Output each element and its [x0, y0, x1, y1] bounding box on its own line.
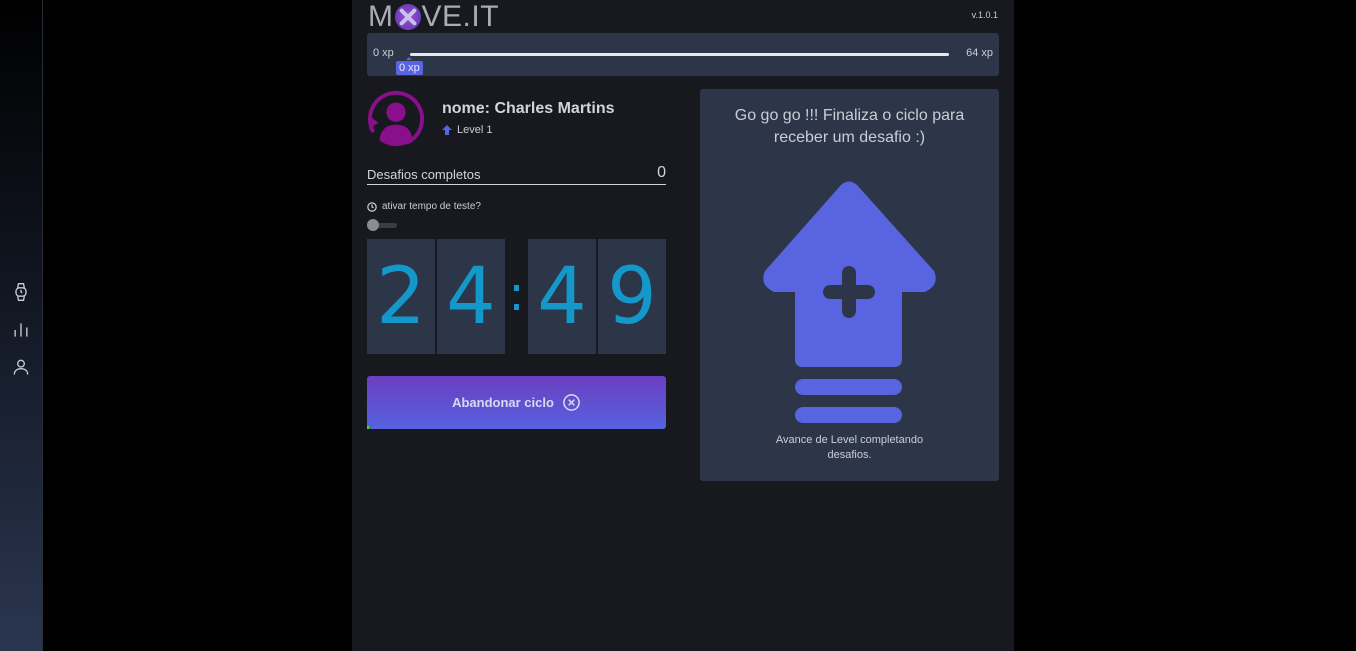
toggle-knob [367, 219, 379, 231]
experience-bar: 0 xp 0 xp 64 xp [367, 33, 999, 76]
profile: nome: Charles Martins Level 1 [367, 89, 667, 149]
level-up-icon [763, 181, 936, 423]
completed-challenges: Desafios completos 0 [367, 164, 666, 185]
completed-challenges-label: Desafios completos [367, 167, 481, 182]
profile-level: Level 1 [442, 124, 492, 136]
logo-text-left: M [368, 0, 394, 33]
test-time-option: ativar tempo de teste? [367, 201, 481, 212]
close-circle-icon [563, 394, 580, 411]
xp-min-label: 0 xp [373, 47, 394, 59]
timer-digit: 2 [367, 239, 435, 354]
logo: M VE.IT [368, 0, 499, 34]
test-time-label: ativar tempo de teste? [382, 201, 481, 212]
profile-level-label: Level 1 [457, 124, 493, 136]
timer-seconds: 4 9 [528, 239, 666, 354]
timer-digit: 9 [596, 239, 666, 354]
main-panel: M VE.IT v.1.0.1 0 xp 0 xp 64 xp nome: Cha… [352, 0, 1014, 651]
challenge-title: Go go go !!! Finaliza o ciclo para receb… [734, 107, 965, 146]
avatar [367, 90, 425, 148]
abandon-cycle-button[interactable]: Abandonar ciclo [367, 376, 666, 429]
xp-track [410, 53, 949, 56]
timer-separator: : [508, 265, 525, 322]
timer-digit: 4 [528, 239, 596, 354]
cycle-progress-bar [367, 426, 369, 429]
sidebar [0, 0, 43, 651]
clock-icon [367, 201, 377, 212]
challenge-description: Avance de Level completando desafios. [775, 434, 924, 461]
bar-chart-icon[interactable] [10, 319, 32, 341]
challenge-box: Go go go !!! Finaliza o ciclo para receb… [700, 89, 999, 481]
countdown-timer: 2 4 : 4 9 [367, 239, 666, 354]
timer-digit: 4 [435, 239, 505, 354]
xp-current-badge: 0 xp [396, 57, 423, 75]
abandon-cycle-label: Abandonar ciclo [452, 395, 554, 410]
test-time-toggle[interactable] [367, 219, 397, 231]
user-icon[interactable] [10, 356, 32, 378]
logo-mark-icon [394, 4, 421, 30]
level-up-icon [442, 125, 452, 135]
xp-max-label: 64 xp [966, 47, 993, 59]
completed-challenges-value: 0 [657, 164, 666, 181]
logo-text-right: VE.IT [421, 0, 500, 33]
profile-name: nome: Charles Martins [442, 100, 615, 117]
timer-minutes: 2 4 [367, 239, 505, 354]
watch-icon[interactable] [10, 281, 32, 303]
version-label: v.1.0.1 [971, 10, 998, 20]
